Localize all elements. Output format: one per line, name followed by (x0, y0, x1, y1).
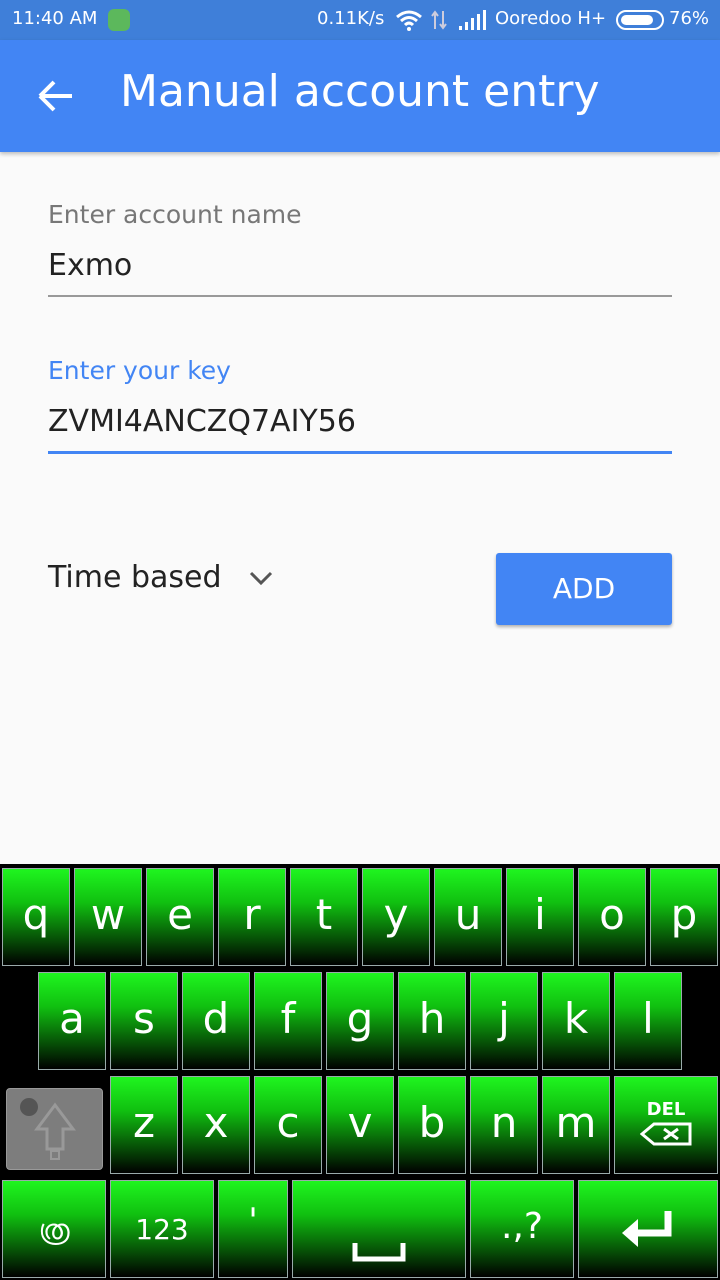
key-label: g (346, 994, 374, 1043)
arrow-back-icon (38, 80, 72, 112)
key-label: o (599, 890, 625, 939)
status-time: 11:40 AM (12, 8, 98, 29)
key-label: f (280, 994, 296, 1043)
key-k[interactable]: k (542, 972, 610, 1070)
key-d[interactable]: d (182, 972, 250, 1070)
app-bar: Manual account entry (0, 40, 720, 152)
numbers-key-label: 123 (135, 1213, 189, 1246)
key-label: Enter your key (48, 356, 231, 385)
data-transfer-icon (431, 10, 447, 30)
key-c[interactable]: c (254, 1076, 322, 1174)
enter-arrow-icon (622, 1211, 672, 1247)
battery-fill (621, 15, 653, 25)
key-label: c (276, 1098, 300, 1147)
key-h[interactable]: h (398, 972, 466, 1070)
key-w[interactable]: w (74, 868, 142, 966)
key-label: h (418, 994, 446, 1043)
key-t[interactable]: t (290, 868, 358, 966)
key-label: d (202, 994, 230, 1043)
key-g[interactable]: g (326, 972, 394, 1070)
key-l[interactable]: l (614, 972, 682, 1070)
key-u[interactable]: u (434, 868, 502, 966)
language-key-label: ത്ര (38, 1213, 70, 1246)
type-dropdown[interactable]: Time based (48, 560, 288, 600)
chevron-down-icon (249, 571, 273, 586)
punctuation-key-label: .,? (501, 1206, 543, 1247)
key-label: l (642, 994, 654, 1043)
type-selected-value: Time based (48, 560, 222, 595)
key-label: e (167, 890, 193, 939)
key-label: r (243, 890, 261, 939)
key-label: z (132, 1098, 156, 1147)
key-label: q (22, 890, 50, 939)
enter-key[interactable] (578, 1180, 718, 1278)
key-label: j (498, 994, 510, 1043)
key-e[interactable]: e (146, 868, 214, 966)
key-q[interactable]: q (2, 868, 70, 966)
key-label: x (203, 1098, 229, 1147)
back-button[interactable] (28, 68, 84, 124)
key-v[interactable]: v (326, 1076, 394, 1174)
key-o[interactable]: o (578, 868, 646, 966)
punctuation-key[interactable]: .,? (470, 1180, 574, 1278)
account-name-label: Enter account name (48, 200, 302, 229)
keyboard: qwe r t yu i op asd f gh j k l zxcvbnm DEL ത്ര 123… (0, 864, 720, 1280)
key-i[interactable]: i (506, 868, 574, 966)
key-label: u (454, 890, 482, 939)
key-label: p (670, 890, 698, 939)
language-key[interactable]: ത്ര (2, 1180, 106, 1278)
space-bar-icon (352, 1243, 406, 1262)
key-z[interactable]: z (110, 1076, 178, 1174)
key-label: n (490, 1098, 518, 1147)
apostrophe-key-label: ' (248, 1201, 258, 1241)
key-label: s (133, 994, 155, 1043)
key-label: t (315, 890, 333, 939)
key-b[interactable]: b (398, 1076, 466, 1174)
key-j[interactable]: j (470, 972, 538, 1070)
status-carrier: Ooredoo H+ (495, 8, 607, 29)
key-n[interactable]: n (470, 1076, 538, 1174)
wifi-icon (396, 10, 422, 31)
status-bar: 11:40 AM 0.11K/s Ooredoo H+ 76% (0, 0, 720, 40)
status-net-speed: 0.11K/s (317, 8, 385, 29)
numbers-key[interactable]: 123 (110, 1180, 214, 1278)
page-title: Manual account entry (120, 66, 600, 117)
account-name-underline (48, 295, 672, 297)
key-s[interactable]: s (110, 972, 178, 1070)
apostrophe-key[interactable]: ' (218, 1180, 288, 1278)
key-label: i (534, 890, 546, 939)
key-label: y (383, 890, 409, 939)
key-y[interactable]: y (362, 868, 430, 966)
battery-icon (616, 10, 664, 30)
key-a[interactable]: a (38, 972, 106, 1070)
key-x[interactable]: x (182, 1076, 250, 1174)
key-f[interactable]: f (254, 972, 322, 1070)
delete-key-label: DEL (646, 1099, 686, 1120)
android-notification-icon (108, 9, 130, 31)
key-label: a (59, 994, 85, 1043)
signal-icon (459, 10, 486, 30)
status-battery-percent: 76% (669, 8, 710, 29)
key-p[interactable]: p (650, 868, 718, 966)
backspace-icon (639, 1122, 692, 1146)
add-button[interactable]: ADD (496, 553, 672, 625)
account-name-input[interactable]: Exmo (48, 248, 672, 283)
space-key[interactable] (292, 1180, 466, 1278)
key-underline (48, 451, 672, 454)
shift-key[interactable] (6, 1088, 103, 1170)
key-label: v (347, 1098, 373, 1147)
key-label: b (418, 1098, 446, 1147)
key-input[interactable]: ZVMI4ANCZQ7AIY56 (48, 404, 672, 439)
key-m[interactable]: m (542, 1076, 610, 1174)
delete-key[interactable]: DEL (614, 1076, 718, 1174)
key-r[interactable]: r (218, 868, 286, 966)
shift-arrow-icon (20, 1098, 76, 1160)
key-label: k (563, 994, 589, 1043)
key-label: m (555, 1098, 597, 1147)
key-label: w (90, 890, 126, 939)
